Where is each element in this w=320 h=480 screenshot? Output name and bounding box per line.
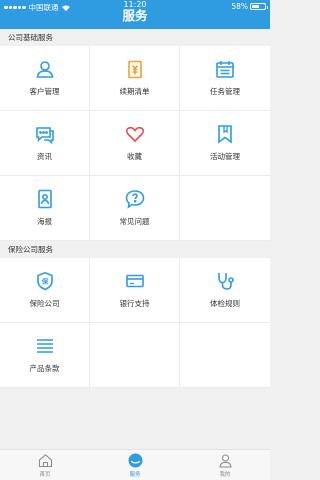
service-item-medical-exam-rules[interactable]: 体检规则: [180, 258, 270, 323]
service-item-product-terms[interactable]: 产品条款: [0, 323, 90, 388]
profile-icon: [217, 453, 233, 469]
section-title-company-basic: 公司基础服务: [0, 29, 270, 46]
service-label: 产品条款: [29, 364, 60, 373]
tab-service[interactable]: 服务: [90, 450, 180, 480]
svg-text:保: 保: [40, 277, 48, 286]
service-item-favorites[interactable]: 收藏: [90, 111, 180, 176]
service-label: 客户管理: [29, 87, 60, 96]
tab-label: 首页: [39, 471, 51, 478]
service-item-renewal-list[interactable]: 续期清单: [90, 46, 180, 111]
service-item-activity-management[interactable]: 活动管理: [180, 111, 270, 176]
service-label: 资讯: [37, 152, 52, 161]
service-label: 银行支持: [119, 299, 150, 308]
service-item-customer-management[interactable]: 客户管理: [0, 46, 90, 111]
service-item-faq[interactable]: 常见问题: [90, 176, 180, 241]
bookmark-icon: [215, 124, 235, 144]
service-icon: [127, 453, 143, 469]
user-icon: [35, 59, 55, 79]
app-header: 中国联通 11:20 58% 服务: [0, 0, 270, 29]
renewal-list-icon: [125, 59, 145, 79]
page-title: 服务: [122, 8, 148, 23]
insurance-shield-icon: 保: [35, 271, 55, 291]
tab-label: 服务: [129, 471, 141, 478]
empty-cell: [180, 176, 270, 241]
service-label: 保险公司: [29, 299, 60, 308]
service-label: 常见问题: [119, 217, 150, 226]
question-icon: [125, 189, 145, 209]
bottom-tab-bar: 首页 服务 我的: [0, 449, 270, 480]
list-lines-icon: [35, 336, 55, 356]
service-item-bank-support[interactable]: 银行支持: [90, 258, 180, 323]
service-item-news[interactable]: 资讯: [0, 111, 90, 176]
service-item-insurance-company[interactable]: 保 保险公司: [0, 258, 90, 323]
service-item-poster[interactable]: 海报: [0, 176, 90, 241]
service-label: 海报: [37, 217, 52, 226]
poster-icon: [35, 189, 55, 209]
heart-icon: [125, 124, 145, 144]
service-label: 收藏: [127, 152, 142, 161]
bank-card-icon: [125, 271, 145, 291]
service-item-task-management[interactable]: 任务管理: [180, 46, 270, 111]
service-label: 任务管理: [210, 87, 240, 96]
tab-profile[interactable]: 我的: [180, 450, 270, 480]
section-title-insurance: 保险公司服务: [0, 241, 270, 258]
news-icon: [35, 124, 55, 144]
tab-home[interactable]: 首页: [0, 450, 90, 480]
empty-cell: [90, 323, 180, 388]
tab-label: 我的: [219, 471, 231, 478]
service-label: 体检规则: [210, 299, 240, 308]
service-label: 活动管理: [210, 152, 240, 161]
service-label: 续期清单: [119, 87, 150, 96]
stethoscope-icon: [215, 271, 235, 291]
empty-cell: [180, 323, 270, 388]
insurance-services-grid: 保 保险公司 银行支持 体检规则 产品条款: [0, 258, 270, 388]
home-icon: [37, 453, 53, 469]
company-basic-services-grid: 客户管理 续期清单 任务管理 资讯 收藏 活动管理 海报 常见问题: [0, 46, 270, 241]
calendar-icon: [215, 59, 235, 79]
